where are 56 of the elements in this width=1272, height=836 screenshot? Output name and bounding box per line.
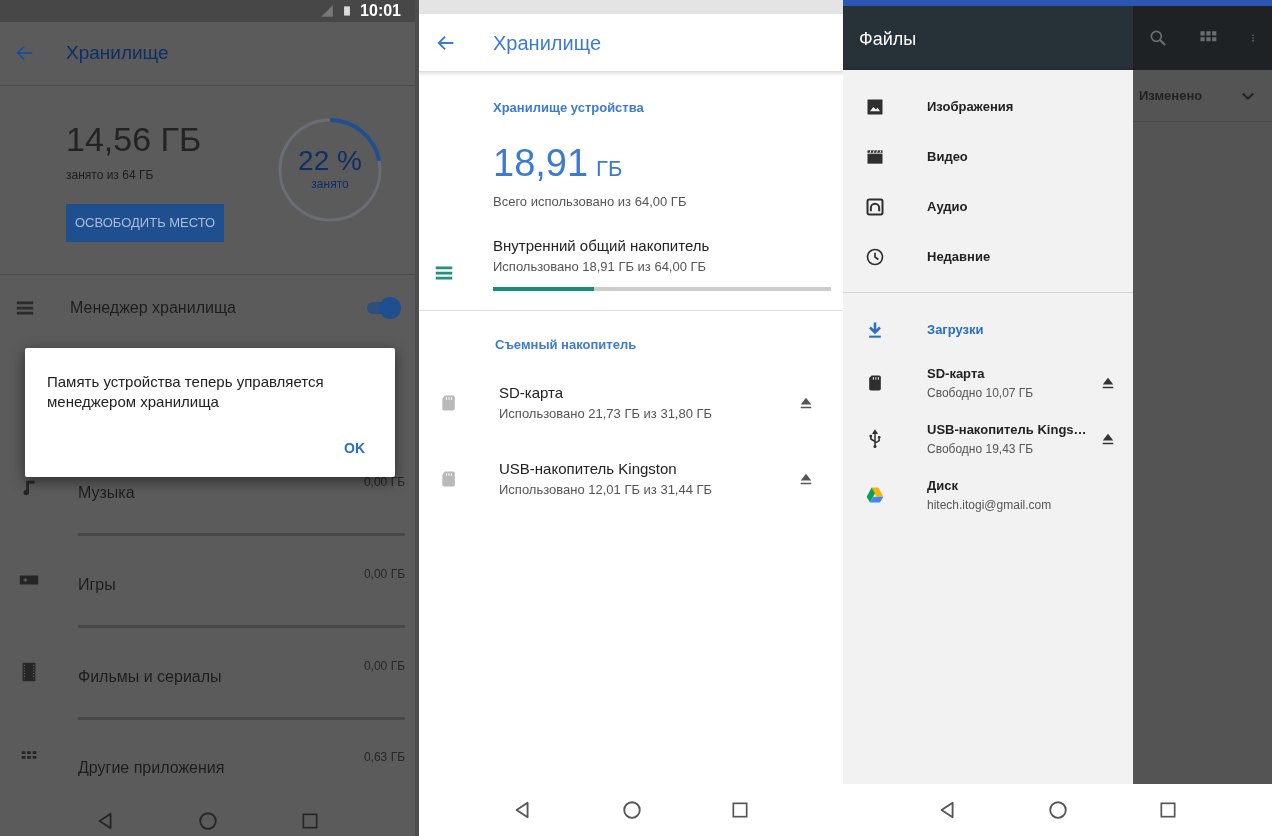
- drawer-item[interactable]: SD-карта Свободно 10,07 ГБ: [843, 355, 1133, 411]
- screen-title: Хранилище: [493, 30, 601, 56]
- clapperboard-icon: [865, 147, 885, 167]
- storage-name: USB-накопитель Kingston: [499, 458, 678, 479]
- used-amount: 14,56 ГБ: [66, 120, 203, 159]
- dialog-message: Память устройства теперь управляется менеджером хранилища: [47, 372, 325, 411]
- no-signal-icon: [320, 4, 335, 18]
- drawer-item[interactable]: USB-накопитель Kings… Свободно 19,43 ГБ: [843, 411, 1133, 467]
- free-space-button[interactable]: ОСВОБОДИТЬ МЕСТО: [66, 204, 225, 242]
- drawer-label: Загрузки: [927, 321, 985, 340]
- drawer-item[interactable]: Загрузки: [843, 305, 1133, 355]
- home-icon[interactable]: [621, 799, 643, 821]
- total-caption: Всего использовано из 64,00 ГБ: [493, 192, 688, 211]
- usage-caption: занято: [311, 175, 349, 193]
- drawer-title: Файлы: [858, 28, 918, 51]
- drawer-subtitle: Свободно 19,43 ГБ: [927, 440, 1035, 458]
- category-label: Игры: [78, 575, 116, 596]
- home-icon[interactable]: [1047, 799, 1070, 821]
- search-icon[interactable]: [1148, 28, 1169, 48]
- drawer-label: SD-карта: [927, 365, 986, 384]
- manager-toggle[interactable]: [365, 296, 401, 319]
- total-used: 18,91 ГБ: [493, 143, 624, 182]
- storage-detail: Использовано 21,73 ГБ из 31,80 ГБ: [499, 405, 714, 423]
- drawer-label: Аудио: [927, 198, 969, 217]
- battery-icon: [342, 3, 353, 19]
- storage-name: Внутренний общий накопитель: [493, 235, 711, 256]
- storage-detail: Использовано 12,01 ГБ из 31,44 ГБ: [499, 481, 714, 499]
- image-icon: [865, 97, 885, 117]
- category-label: Музыка: [78, 483, 135, 504]
- usage-percent: 22 %: [298, 146, 362, 175]
- headphones-icon: [865, 197, 885, 217]
- drawer-item[interactable]: Изображения: [843, 82, 1133, 132]
- drawer-label: Изображения: [927, 98, 1015, 117]
- triangle-logo-icon: [865, 485, 885, 505]
- section-header: Хранилище устройства: [493, 99, 645, 117]
- section-header: Съемный накопитель: [494, 336, 638, 354]
- clock-icon: [865, 247, 885, 267]
- ok-button[interactable]: OK: [336, 434, 373, 463]
- drawer-label: Диск: [927, 477, 959, 496]
- drawer-item[interactable]: Диск hitech.itogi@gmail.com: [843, 467, 1133, 523]
- storage-detail: Использовано 18,91 ГБ из 64,00 ГБ: [493, 258, 708, 276]
- drawer-item[interactable]: Видео: [843, 132, 1133, 182]
- storage-name: SD-карта: [499, 382, 565, 403]
- category-label: Другие приложения: [78, 758, 225, 779]
- category-label: Фильмы и сериалы: [78, 666, 222, 687]
- drawer-item[interactable]: Недавние: [843, 232, 1133, 282]
- drawer-label: USB-накопитель Kings…: [927, 421, 1088, 440]
- drawer-label: Видео: [927, 148, 969, 167]
- drawer-subtitle: Свободно 10,07 ГБ: [927, 384, 1035, 402]
- screen-title: Хранилище: [66, 41, 169, 66]
- manager-label: Менеджер хранилища: [70, 297, 237, 318]
- status-time: 10:01: [360, 1, 401, 21]
- drawer-subtitle: hitech.itogi@gmail.com: [927, 496, 1053, 514]
- drawer-item[interactable]: Аудио: [843, 182, 1133, 232]
- used-caption: занято из 64 ГБ: [66, 167, 155, 185]
- drawer-label: Недавние: [927, 248, 992, 267]
